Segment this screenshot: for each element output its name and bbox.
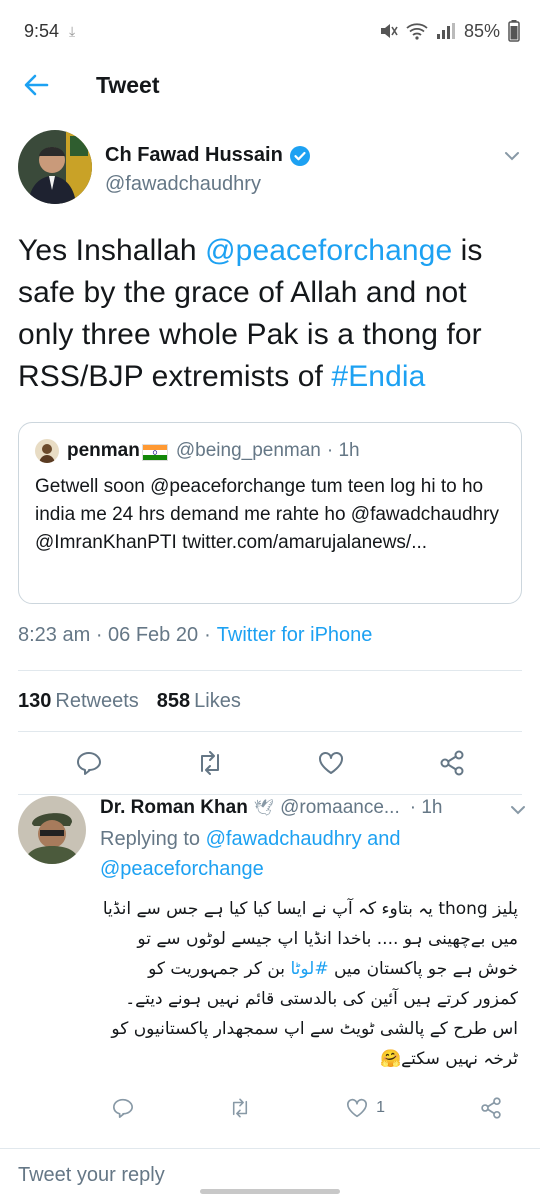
like-button[interactable] (301, 743, 361, 783)
signal-icon (436, 23, 455, 39)
author-avatar[interactable] (18, 130, 92, 204)
download-icon: ⤓ (69, 22, 76, 39)
reply-tweet[interactable]: Dr. Roman Khan 🕊 @romaance... · 1h Reply… (0, 784, 540, 1119)
quoted-text: Getwell soon @peaceforchange tum teen lo… (35, 476, 499, 553)
replying-to: Replying to @fawadchaudhry and @peacefor… (100, 828, 401, 880)
tweet-text: Yes Inshallah @peaceforchange is safe by… (18, 234, 483, 393)
comment-icon (76, 752, 101, 775)
reply-time: · 1h (409, 797, 443, 818)
mute-icon (380, 24, 398, 38)
quoted-author-handle: @being_penman (175, 440, 321, 461)
reply-author-avatar[interactable] (18, 796, 86, 864)
reply-hashtag-link[interactable]: #لوٹا (290, 959, 328, 979)
reply-reply-button[interactable] (112, 1098, 134, 1118)
retweets-stat[interactable]: 130 Retweets (18, 690, 139, 713)
author-handle[interactable]: @fawadchaudhry (105, 173, 311, 196)
tweet-timestamp: 8:23 am · 06 Feb 20 (18, 623, 199, 646)
share-icon (481, 1097, 501, 1119)
battery-percent: 85% (463, 20, 500, 41)
retweet-icon (200, 751, 219, 775)
likes-stat[interactable]: 858 Likes (157, 690, 241, 713)
verified-badge-icon (289, 145, 310, 166)
reply-like-count: 1 (376, 1099, 385, 1116)
quoted-time: · 1h (326, 440, 360, 461)
reply-retweet-button[interactable] (229, 1098, 251, 1118)
retweet-button[interactable] (180, 743, 240, 783)
wifi-icon (406, 23, 428, 40)
tweet-menu-button[interactable] (504, 148, 520, 166)
reply-like-button[interactable]: 1 (346, 1098, 385, 1118)
chevron-down-icon (511, 806, 525, 815)
reply-compose-bar (0, 1148, 540, 1200)
hashtag-link[interactable]: #Endia (331, 360, 425, 393)
author-name[interactable]: Ch Fawad Hussain (105, 144, 283, 167)
reply-share-button[interactable] (480, 1097, 502, 1119)
back-button[interactable] (6, 62, 66, 108)
status-bar: 9:54 ⤓ 85% (0, 0, 540, 62)
battery-icon (508, 20, 520, 42)
tweet-stats: 130 Retweets 858 Likes (18, 671, 522, 731)
reply-author-name[interactable]: Dr. Roman Khan (100, 797, 248, 819)
page-title: Tweet (96, 71, 160, 98)
chevron-down-icon (505, 152, 519, 161)
replying-mention-2[interactable]: @peaceforchange (100, 858, 264, 880)
share-button[interactable] (422, 743, 482, 783)
reply-actions: 1 (100, 1088, 522, 1128)
reply-author-handle[interactable]: @romaance... (280, 797, 400, 819)
reply-menu-button[interactable] (510, 802, 526, 820)
share-icon (440, 750, 463, 776)
mention-link[interactable]: @peaceforchange (205, 234, 452, 267)
app-bar: Tweet (0, 62, 540, 108)
heart-icon (318, 752, 343, 774)
dove-icon: 🕊 (253, 800, 275, 817)
reply-text: پلیز thong یہ بتاوء کہ آپ نے ایسا کیا کی… (102, 899, 518, 1069)
heart-icon (347, 1098, 368, 1118)
quoted-tweet[interactable]: penman @being_penman · 1h Getwell soon @… (18, 422, 522, 604)
tweet-author-row: Ch Fawad Hussain @fawadchaudhry (18, 130, 522, 210)
tweet-meta: 8:23 am · 06 Feb 20 · Twitter for iPhone (18, 623, 373, 647)
quoted-author-name: penman (67, 440, 140, 461)
india-flag-icon (141, 443, 168, 461)
status-time: 9:54 (24, 20, 60, 41)
reply-button[interactable] (59, 743, 119, 783)
replying-mention-1[interactable]: @fawadchaudhry (206, 828, 362, 850)
home-indicator[interactable] (200, 1189, 340, 1194)
main-tweet: Ch Fawad Hussain @fawadchaudhry Yes Insh… (0, 130, 540, 795)
retweet-icon (232, 1098, 248, 1118)
comment-icon (113, 1098, 134, 1118)
tweet-source[interactable]: Twitter for iPhone (217, 624, 373, 647)
back-arrow-icon (24, 74, 49, 96)
quoted-avatar (35, 439, 59, 463)
